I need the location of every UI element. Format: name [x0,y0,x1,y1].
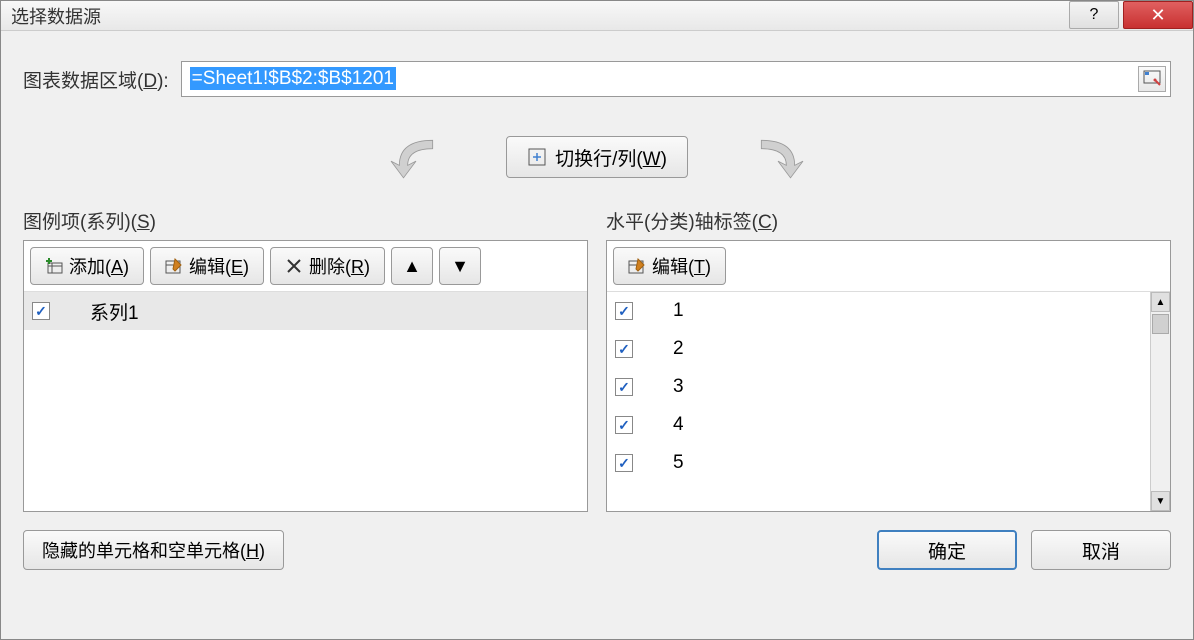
axis-checkbox[interactable]: ✓ [615,454,633,472]
data-range-value: =Sheet1!$B$2:$B$1201 [190,67,396,90]
edit-button-label: 编辑(E) [189,253,249,279]
switch-button-label: 切换行/列(W) [555,144,667,171]
scroll-track[interactable] [1151,336,1170,491]
axis-item-label: 4 [653,414,1162,436]
up-arrow-icon: ▲ [403,256,421,277]
arrow-left-icon [366,132,466,182]
edit-icon [165,257,183,275]
data-range-input[interactable]: =Sheet1!$B$2:$B$1201 [190,68,1138,90]
scroll-thumb[interactable] [1152,314,1169,334]
data-range-label: 图表数据区域(D): [23,66,169,93]
list-item[interactable]: ✓ 3 [607,368,1170,406]
legend-series-panel: 图例项(系列)(S) 添加(A) [23,207,588,512]
edit-axis-label: 编辑(T) [652,253,711,279]
panels-container: 图例项(系列)(S) 添加(A) [23,207,1171,512]
axis-item-label: 3 [653,376,1162,398]
switch-row-column-button[interactable]: 切换行/列(W) [506,136,688,178]
dialog-title: 选择数据源 [11,3,101,29]
data-range-row: 图表数据区域(D): =Sheet1!$B$2:$B$1201 [23,61,1171,97]
delete-icon [285,257,303,275]
dialog-footer: 隐藏的单元格和空单元格(H) 确定 取消 [23,530,1171,570]
delete-series-button[interactable]: 删除(R) [270,247,385,285]
titlebar-buttons: ? ✕ [1069,1,1193,30]
scroll-up-button[interactable]: ▲ [1151,292,1170,312]
add-series-button[interactable]: 添加(A) [30,247,144,285]
data-range-input-wrap: =Sheet1!$B$2:$B$1201 [181,61,1171,97]
list-item[interactable]: ✓ 5 [607,444,1170,482]
axis-checkbox[interactable]: ✓ [615,378,633,396]
footer-right: 确定 取消 [877,530,1171,570]
list-item[interactable]: ✓ 系列1 [24,292,587,330]
axis-checkbox[interactable]: ✓ [615,416,633,434]
legend-series-label: 图例项(系列)(S) [23,207,588,234]
help-button[interactable]: ? [1069,1,1119,29]
series-list[interactable]: ✓ 系列1 [24,292,587,511]
axis-item-label: 1 [653,300,1162,322]
series-toolbar: 添加(A) 编辑(E) [24,241,587,292]
switch-icon [527,147,547,167]
add-icon [45,257,63,275]
range-selector-button[interactable] [1138,66,1166,92]
axis-labels-box: 编辑(T) ✓ 1 ✓ 2 ✓ [606,240,1171,512]
scrollbar[interactable]: ▲ ▼ [1150,292,1170,511]
ok-button[interactable]: 确定 [877,530,1017,570]
cancel-button[interactable]: 取消 [1031,530,1171,570]
axis-item-label: 5 [653,452,1162,474]
axis-checkbox[interactable]: ✓ [615,302,633,320]
scroll-down-button[interactable]: ▼ [1151,491,1170,511]
list-item[interactable]: ✓ 1 [607,292,1170,330]
series-item-label: 系列1 [70,298,579,325]
edit-axis-button[interactable]: 编辑(T) [613,247,726,285]
select-data-source-dialog: 选择数据源 ? ✕ 图表数据区域(D): =Sheet1!$B$2:$B$120… [0,0,1194,640]
axis-item-label: 2 [653,338,1162,360]
axis-list[interactable]: ✓ 1 ✓ 2 ✓ 3 ✓ 4 [607,292,1170,511]
edit-series-button[interactable]: 编辑(E) [150,247,264,285]
help-icon: ? [1090,6,1099,24]
dialog-content: 图表数据区域(D): =Sheet1!$B$2:$B$1201 [1,31,1193,585]
move-up-button[interactable]: ▲ [391,247,433,285]
list-item[interactable]: ✓ 2 [607,330,1170,368]
delete-button-label: 删除(R) [309,253,370,279]
axis-labels-label: 水平(分类)轴标签(C) [606,207,1171,234]
axis-labels-panel: 水平(分类)轴标签(C) 编辑(T) [606,207,1171,512]
add-button-label: 添加(A) [69,253,129,279]
arrow-right-icon [728,132,828,182]
list-item[interactable]: ✓ 4 [607,406,1170,444]
switch-row: 切换行/列(W) [23,127,1171,187]
close-button[interactable]: ✕ [1123,1,1193,29]
range-select-icon [1143,70,1161,88]
edit-icon [628,257,646,275]
axis-toolbar: 编辑(T) [607,241,1170,292]
hidden-cells-button[interactable]: 隐藏的单元格和空单元格(H) [23,530,284,570]
legend-series-box: 添加(A) 编辑(E) [23,240,588,512]
close-icon: ✕ [1150,5,1165,26]
axis-checkbox[interactable]: ✓ [615,340,633,358]
series-checkbox[interactable]: ✓ [32,302,50,320]
move-down-button[interactable]: ▼ [439,247,481,285]
titlebar: 选择数据源 ? ✕ [1,1,1193,31]
down-arrow-icon: ▼ [451,256,469,277]
